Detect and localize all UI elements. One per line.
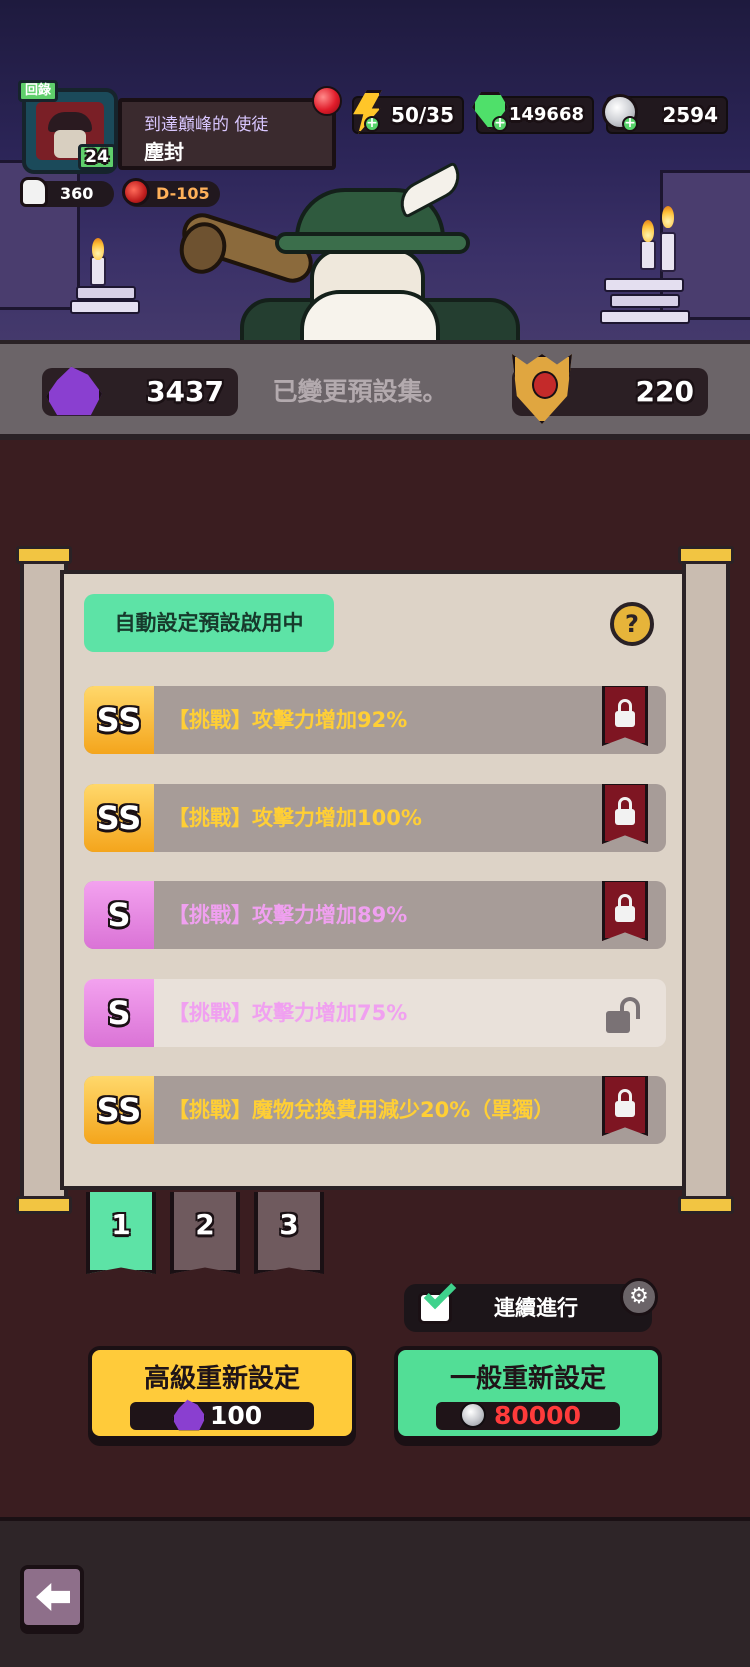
lock-toggle[interactable] — [602, 784, 648, 844]
book-stack — [70, 300, 140, 314]
coin-counter[interactable]: + 2594 — [602, 94, 728, 134]
currency-bar: 3437 已變更預設集。 220 — [0, 340, 750, 440]
grade-badge: S — [84, 979, 154, 1047]
back-button[interactable] — [20, 1565, 84, 1629]
scroll-cap — [678, 1196, 734, 1214]
replay-badge[interactable]: 回錄 — [18, 80, 58, 102]
stage-stat: D-105 — [122, 178, 220, 207]
preset-tab-3[interactable]: 3 — [254, 1192, 324, 1274]
book-stack — [600, 310, 690, 324]
option-row-4: S 【挑戰】攻擊力增加75% — [84, 979, 666, 1047]
energy-counter[interactable]: + 50/35 — [352, 90, 464, 134]
likes-count: 360 — [60, 184, 94, 203]
name-plate: 到達巔峰的 使徒 塵封 — [118, 98, 336, 170]
normal-reset-cost-value: 80000 — [494, 1401, 581, 1430]
checkbox-checked-icon — [418, 1276, 457, 1324]
scroll-cap — [16, 546, 72, 564]
add-coins-icon[interactable]: + — [622, 116, 638, 132]
crystal-counter: 3437 — [42, 366, 238, 416]
settings-gear-button[interactable]: ⚙ — [620, 1278, 658, 1316]
candle-flame — [662, 206, 674, 228]
option-text: 【挑戰】攻擊力增加75% — [168, 1001, 408, 1025]
avatar-hat — [48, 112, 92, 132]
gem-value: 149668 — [508, 104, 584, 125]
energy-value: 50/35 — [391, 103, 454, 127]
advanced-reset-label: 高級重新設定 — [143, 1364, 300, 1394]
candle-flame — [642, 220, 654, 242]
candle — [660, 232, 676, 272]
advanced-reset-button[interactable]: 高級重新設定 100 — [88, 1346, 356, 1440]
thumbs-up-icon — [20, 177, 48, 207]
lock-toggle[interactable] — [602, 686, 648, 746]
preset-tab-1[interactable]: 1 — [86, 1192, 156, 1274]
unlocked-padlock-icon[interactable] — [602, 997, 646, 1033]
add-gems-icon[interactable]: + — [492, 116, 508, 132]
book-stack — [76, 286, 136, 300]
scroll-roller-right — [682, 548, 730, 1208]
add-energy-icon[interactable]: + — [364, 116, 380, 132]
option-row-5: SS 【挑戰】魔物兌換費用減少20%（單獨） — [84, 1076, 666, 1144]
lock-toggle[interactable] — [602, 1076, 648, 1136]
scene-background: 到達巔峰的 使徒 塵封 回錄 24 360 D-105 + 50/35 + 14… — [0, 0, 750, 345]
sage-character — [173, 161, 560, 345]
crest-value: 220 — [635, 375, 694, 408]
auto-continue-label: 連續進行 — [494, 1296, 578, 1320]
demon-crest-icon — [512, 354, 572, 424]
option-text: 【挑戰】攻擊力增加89% — [168, 903, 408, 927]
gem-counter[interactable]: + 149668 — [472, 92, 594, 134]
option-text: 【挑戰】魔物兌換費用減少20%（單獨） — [168, 1098, 555, 1122]
option-row-2: SS 【挑戰】攻擊力增加100% — [84, 784, 666, 852]
option-text: 【挑戰】攻擊力增加92% — [168, 708, 408, 732]
grade-badge: SS — [84, 784, 154, 852]
bottom-bar — [0, 1517, 750, 1667]
normal-reset-button[interactable]: 一般重新設定 80000 — [394, 1346, 662, 1440]
back-arrow-icon — [36, 1583, 70, 1611]
scroll-cap — [678, 546, 734, 564]
advanced-reset-cost: 100 — [130, 1399, 314, 1431]
grade-badge: SS — [84, 686, 154, 754]
auto-preset-tag: 自動設定預設啟用中 — [84, 594, 334, 652]
grade-badge: SS — [84, 1076, 154, 1144]
grade-badge: S — [84, 881, 154, 949]
candle-flame — [92, 238, 104, 260]
sage-hat-brim — [275, 232, 470, 254]
likes-stat: 360 — [20, 177, 114, 207]
book-stack — [610, 294, 680, 308]
lock-toggle[interactable] — [602, 881, 648, 941]
normal-reset-cost: 80000 — [436, 1402, 620, 1430]
level-badge: 24 — [78, 144, 116, 170]
preset-tab-2[interactable]: 2 — [170, 1192, 240, 1274]
purple-crystal-icon — [172, 1399, 206, 1431]
advanced-reset-cost-value: 100 — [210, 1401, 263, 1430]
stage-label: D-105 — [156, 184, 210, 203]
option-row-3: S 【挑戰】攻擊力增加89% — [84, 881, 666, 949]
notification-dot-icon — [312, 86, 342, 116]
book-stack — [604, 278, 684, 292]
normal-reset-label: 一般重新設定 — [449, 1364, 606, 1394]
crest-counter: 220 — [512, 354, 708, 424]
crystal-value: 3437 — [146, 375, 224, 408]
auto-continue-toggle[interactable]: 連續進行 — [404, 1276, 652, 1332]
coin-value: 2594 — [662, 103, 718, 127]
purple-crystal-icon — [46, 366, 102, 416]
status-message: 已變更預設集。 — [272, 377, 448, 406]
help-button[interactable]: ? — [610, 602, 654, 646]
candle — [640, 240, 656, 270]
sage-beard — [300, 290, 440, 345]
profile-card[interactable]: 到達巔峰的 使徒 塵封 回錄 24 — [18, 80, 342, 174]
player-name: 塵封 — [144, 140, 184, 164]
option-text: 【挑戰】攻擊力增加100% — [168, 806, 422, 830]
player-title: 到達巔峰的 使徒 — [144, 115, 269, 135]
stage-orb-icon — [122, 178, 150, 206]
candle — [90, 256, 106, 286]
option-row-1: SS 【挑戰】攻擊力增加92% — [84, 686, 666, 754]
silver-coin-icon — [460, 1402, 486, 1428]
scroll-cap — [16, 1196, 72, 1214]
